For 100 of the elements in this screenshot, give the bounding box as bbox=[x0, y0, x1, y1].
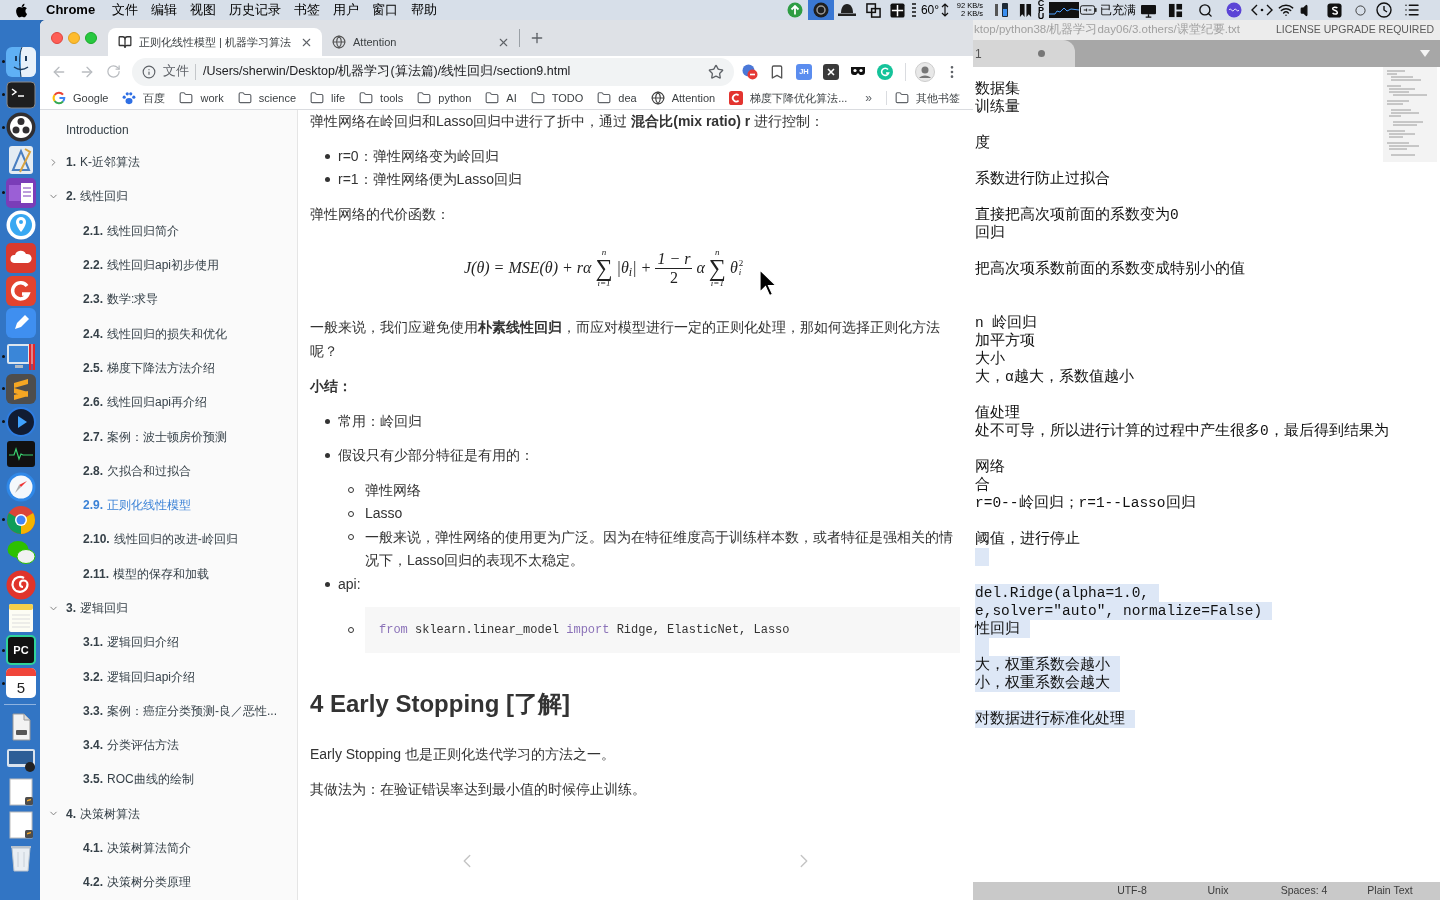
overlapping-squares-icon[interactable] bbox=[865, 2, 881, 18]
code-icon[interactable] bbox=[1251, 2, 1273, 18]
stripes-logo-icon[interactable] bbox=[6, 373, 36, 404]
menu-item[interactable]: 编辑 bbox=[151, 0, 178, 20]
bookmark-item[interactable]: 其他书签 bbox=[895, 89, 960, 107]
browser-tab[interactable]: 正则化线性模型 | 机器学习算法 bbox=[108, 28, 322, 56]
wifi-icon[interactable] bbox=[1278, 2, 1294, 18]
bars-icon[interactable] bbox=[911, 2, 917, 18]
sidebar-link[interactable]: 2.11. 模型的保存和加载 bbox=[83, 564, 210, 583]
hat-icon[interactable] bbox=[837, 2, 857, 18]
star-icon[interactable] bbox=[708, 63, 724, 80]
window-close-button[interactable] bbox=[51, 32, 63, 44]
play-icon[interactable] bbox=[6, 406, 36, 437]
info-icon[interactable] bbox=[142, 64, 156, 79]
sidebar-link[interactable]: 4.2. 决策树分类原理 bbox=[83, 873, 191, 892]
battery-icon[interactable] bbox=[1080, 5, 1097, 15]
document-icon[interactable] bbox=[6, 809, 36, 840]
bookmark-item[interactable]: work bbox=[179, 89, 224, 107]
menu-item[interactable]: 窗口 bbox=[372, 0, 399, 20]
bookmarks-icon[interactable] bbox=[1018, 2, 1032, 18]
address-bar[interactable]: 文件 /Users/sherwin/Desktop/机器学习(算法篇)/线性回归/section9.html bbox=[132, 57, 734, 86]
overlapping-circles-icon[interactable] bbox=[742, 63, 758, 80]
orb-icon[interactable] bbox=[1226, 2, 1242, 18]
menu-item[interactable]: 用户 bbox=[333, 0, 360, 20]
apple-logo-icon[interactable] bbox=[15, 2, 28, 18]
sidebar-link[interactable]: 1. K-近邻算法 bbox=[66, 155, 140, 170]
sidebar-link[interactable]: 2.8. 欠拟合和过拟合 bbox=[83, 461, 191, 480]
terminal-icon[interactable] bbox=[6, 79, 36, 110]
sidebar-link[interactable]: 3. 逻辑回归 bbox=[66, 601, 128, 615]
bookmark-item[interactable]: dea bbox=[597, 89, 637, 107]
avatar-icon[interactable] bbox=[915, 61, 935, 82]
letter-tile-icon[interactable]: PC bbox=[6, 635, 36, 666]
circle-icon[interactable] bbox=[1354, 4, 1366, 16]
mask-icon[interactable] bbox=[850, 65, 866, 78]
menu-item[interactable]: 视图 bbox=[190, 0, 217, 20]
cpu-label[interactable]: CPU bbox=[1036, 0, 1046, 20]
smiling-face-icon[interactable] bbox=[6, 46, 36, 77]
clock-icon[interactable] bbox=[1376, 2, 1392, 18]
bookmark-item[interactable]: science bbox=[237, 89, 296, 107]
up-down-arrows-icon[interactable] bbox=[941, 3, 949, 17]
menu-item[interactable]: 帮助 bbox=[411, 0, 438, 20]
arrow-up-circle-icon[interactable] bbox=[787, 2, 803, 18]
arc-logo-icon[interactable] bbox=[6, 275, 36, 306]
sidebar-link[interactable]: 3.4. 分类评估方法 bbox=[83, 736, 179, 755]
menu-item[interactable]: 书签 bbox=[294, 0, 321, 20]
app-menu[interactable]: Chrome bbox=[46, 0, 96, 20]
bookmark-item[interactable]: tools bbox=[359, 89, 404, 107]
bookmark-item[interactable]: 百度 bbox=[122, 89, 166, 107]
input-method-icon[interactable] bbox=[1326, 2, 1342, 18]
bookmark-item[interactable]: 梯度下降优化算法... bbox=[729, 89, 848, 107]
status-bar-item[interactable]: Spaces: 4 bbox=[1280, 883, 1328, 899]
list-icon[interactable] bbox=[1404, 2, 1420, 18]
status-bar-item[interactable]: Unix bbox=[1207, 883, 1229, 899]
graph-icon[interactable] bbox=[1049, 2, 1079, 18]
search-icon[interactable] bbox=[1197, 2, 1213, 18]
cloud-icon[interactable] bbox=[6, 243, 36, 274]
sidebar-link[interactable]: 2.10. 线性回归的改进-岭回归 bbox=[83, 530, 238, 549]
sidebar-link[interactable]: 2.5. 梯度下降法方法介绍 bbox=[83, 358, 215, 377]
sidebar-link[interactable]: 2.4. 线性回归的损失和优化 bbox=[83, 324, 227, 343]
temperature-reading[interactable]: 60° bbox=[920, 1, 940, 19]
sidebar-link[interactable]: Introduction bbox=[66, 121, 129, 139]
swirl-logo-icon[interactable] bbox=[6, 569, 36, 600]
document-icon[interactable] bbox=[6, 777, 36, 808]
sidebar-link[interactable]: 2.3. 数学:求导 bbox=[83, 290, 159, 309]
sidebar-link[interactable]: 4. 决策树算法 bbox=[66, 806, 140, 821]
status-bar-item[interactable]: Plain Text bbox=[1367, 883, 1413, 899]
sidebar-link[interactable]: 2.7. 案例：波士顿房价预测 bbox=[83, 427, 227, 446]
notebook-icon[interactable] bbox=[6, 177, 36, 208]
bookmark-item[interactable]: life bbox=[310, 89, 346, 107]
bookmark-item[interactable]: Google bbox=[52, 89, 109, 107]
bookmark-item[interactable]: AI bbox=[485, 89, 517, 107]
bookmark-item[interactable]: Attention bbox=[650, 89, 716, 107]
sidebar-link[interactable]: 2.1. 线性回归简介 bbox=[83, 221, 179, 240]
calendar-icon[interactable]: 5 bbox=[6, 668, 36, 698]
new-tab-icon[interactable] bbox=[529, 30, 545, 46]
sidebar-link[interactable]: 3.1. 逻辑回归介绍 bbox=[83, 633, 179, 652]
bookmark-item[interactable]: TODO bbox=[530, 89, 584, 107]
sidebar-link[interactable]: 2.2. 线性回归api初步使用 bbox=[83, 256, 220, 275]
layout-icon[interactable] bbox=[1167, 2, 1183, 18]
sidebar-link[interactable]: 2.9. 正则化线性模型 bbox=[83, 496, 191, 515]
display-icon[interactable] bbox=[1139, 2, 1157, 18]
browser-tab[interactable]: Attention bbox=[322, 28, 519, 56]
circle-logo-icon[interactable] bbox=[6, 112, 36, 143]
menu-item[interactable]: 历史记录 bbox=[229, 0, 282, 20]
sidebar-link[interactable]: 4.1. 决策树算法简介 bbox=[83, 839, 191, 858]
compass-icon[interactable] bbox=[6, 471, 36, 502]
pencil-icon[interactable] bbox=[6, 308, 36, 339]
wheel-logo-icon[interactable] bbox=[6, 504, 36, 535]
status-bar-item[interactable]: UTF-8 bbox=[1117, 883, 1147, 899]
sidebar-link[interactable]: 3.3. 案例：癌症分类预测-良／恶性... bbox=[83, 701, 277, 720]
sidebar-link[interactable]: 3.5. ROC曲线的绘制 bbox=[83, 770, 194, 789]
grid-icon[interactable] bbox=[889, 2, 905, 18]
menu-item[interactable]: 文件 bbox=[112, 0, 139, 20]
location-pin-icon[interactable] bbox=[6, 210, 36, 241]
sidebar-link[interactable]: 3.2. 逻辑回归api介绍 bbox=[83, 667, 196, 686]
notepad-icon[interactable] bbox=[6, 602, 36, 633]
sidebar-link[interactable]: 2.6. 线性回归api再介绍 bbox=[83, 393, 208, 412]
bookmark-icon[interactable] bbox=[769, 63, 785, 80]
overflow-button[interactable]: » bbox=[865, 89, 872, 107]
x-tile-icon[interactable] bbox=[823, 63, 839, 80]
